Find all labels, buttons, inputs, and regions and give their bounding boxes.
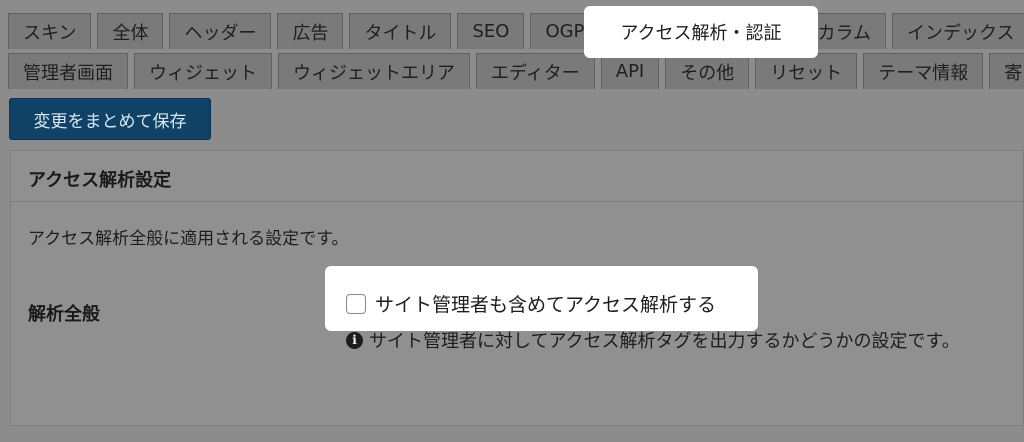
tab-header[interactable]: ヘッダー <box>169 13 272 49</box>
tab-seo[interactable]: SEO <box>457 13 525 49</box>
tab-all[interactable]: 全体 <box>97 13 164 49</box>
section-description: アクセス解析全般に適用される設定です。 <box>28 229 349 249</box>
include-admin-checkbox-label[interactable]: サイト管理者も含めてアクセス解析する <box>375 290 716 317</box>
tab-widget[interactable]: ウィジェット <box>134 53 272 89</box>
tab-api[interactable]: API <box>600 53 660 89</box>
tab-reset[interactable]: リセット <box>755 53 858 89</box>
tab-widget-area[interactable]: ウィジェットエリア <box>278 53 470 89</box>
include-admin-checkbox[interactable] <box>346 293 366 314</box>
tab-other[interactable]: その他 <box>665 53 750 89</box>
tab-title[interactable]: タイトル <box>349 13 452 49</box>
tab-row-1: スキン 全体 ヘッダー 広告 タイトル SEO OGP アクセス解析・認証 カラ… <box>8 13 1024 49</box>
tab-donate[interactable]: 寄 <box>989 53 1024 89</box>
help-text: サイト管理者に対してアクセス解析タグを出力するかどうかの設定です。 <box>369 331 960 352</box>
field-label-analytics-general: 解析全般 <box>28 304 100 325</box>
tab-theme-info[interactable]: テーマ情報 <box>863 53 984 89</box>
tab-skin[interactable]: スキン <box>8 13 92 49</box>
info-icon: i <box>346 331 363 349</box>
section-title: アクセス解析設定 <box>28 170 172 191</box>
tab-editor[interactable]: エディター <box>476 53 595 89</box>
include-admin-checkbox-row[interactable]: サイト管理者も含めてアクセス解析する <box>346 290 716 317</box>
tab-index[interactable]: インデックス <box>892 13 1024 49</box>
tab-row-2: 管理者画面 ウィジェット ウィジェットエリア エディター API その他 リセッ… <box>8 53 1024 89</box>
tab-admin-screen[interactable]: 管理者画面 <box>8 53 128 89</box>
help-text-row: i サイト管理者に対してアクセス解析タグを出力するかどうかの設定です。 <box>346 327 960 353</box>
tab-ads[interactable]: 広告 <box>277 13 344 49</box>
tab-analytics[interactable]: アクセス解析・認証 <box>605 13 797 49</box>
save-all-button[interactable]: 変更をまとめて保存 <box>9 98 211 140</box>
